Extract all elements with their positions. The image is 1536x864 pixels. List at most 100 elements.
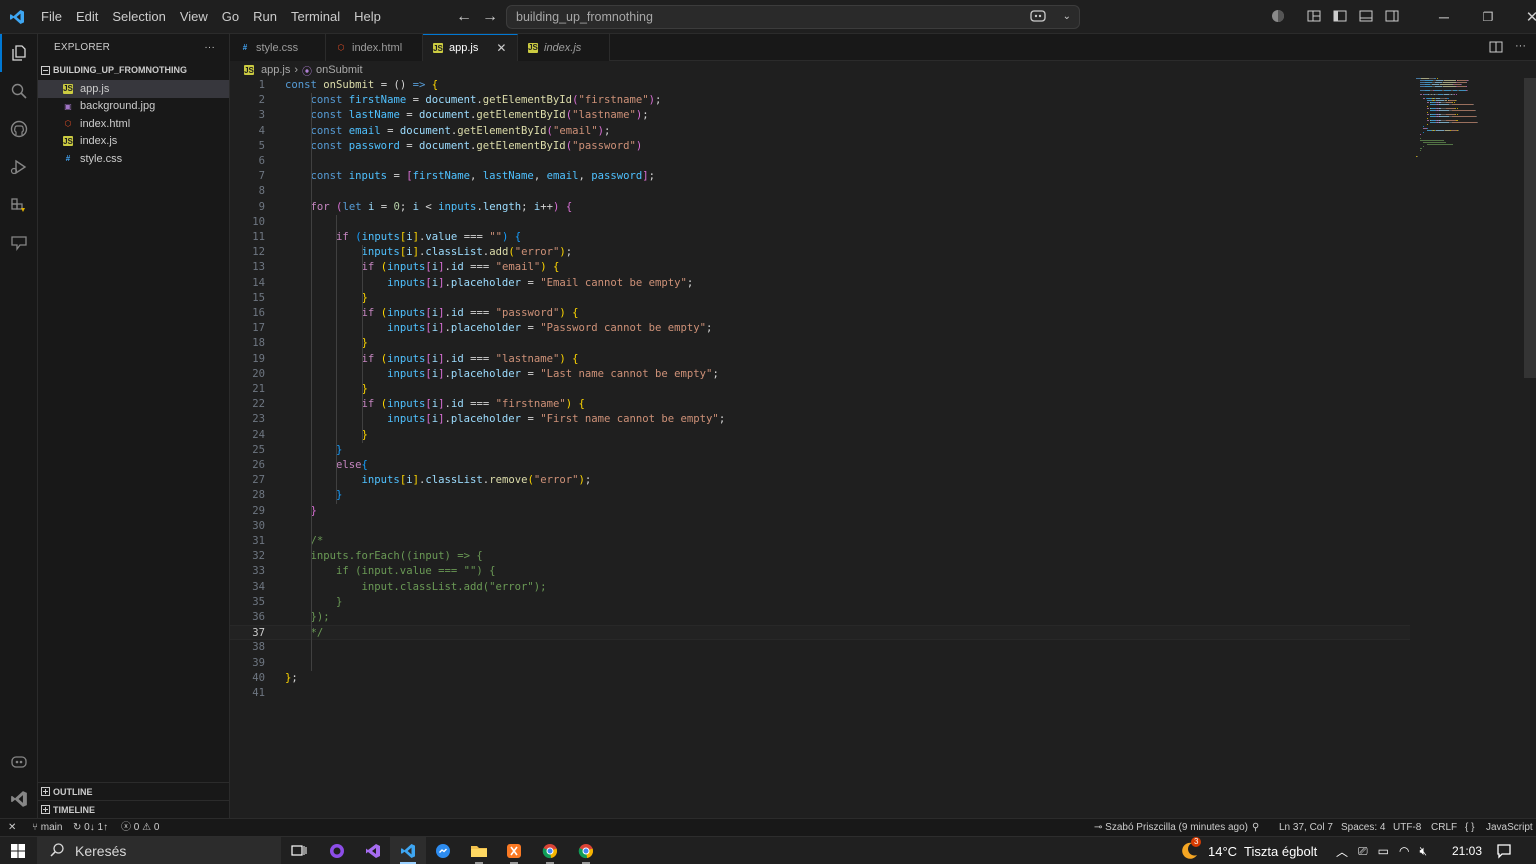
code-line[interactable]: 40}; (230, 671, 1410, 686)
github-desktop-icon[interactable] (319, 837, 355, 864)
menu-run[interactable]: Run (246, 0, 284, 34)
back-arrow-icon[interactable]: ← (456, 8, 472, 26)
chevron-up-icon[interactable]: ︿ (1336, 843, 1348, 860)
menu-selection[interactable]: Selection (105, 0, 172, 34)
menu-help[interactable]: Help (347, 0, 388, 34)
xampp-icon[interactable] (496, 837, 532, 864)
code-line[interactable]: 16 if (inputs[i].id === "password") { (230, 306, 1410, 321)
code-line[interactable]: 14 inputs[i].placeholder = "Email cannot… (230, 276, 1410, 291)
tab-app-js[interactable]: JS app.js ✕ (423, 34, 518, 61)
toggle-panel-icon[interactable] (1358, 8, 1374, 27)
code-line[interactable]: 36 }); (230, 610, 1410, 625)
code-line[interactable]: 20 inputs[i].placeholder = "Last name ca… (230, 367, 1410, 382)
menu-terminal[interactable]: Terminal (284, 0, 347, 34)
clock[interactable]: 21:03 (1452, 837, 1482, 864)
menu-file[interactable]: File (34, 0, 69, 34)
code-line[interactable]: 31 /* (230, 534, 1410, 549)
menu-edit[interactable]: Edit (69, 0, 105, 34)
battery-icon[interactable]: ▭ (1378, 844, 1389, 858)
sync-indicator[interactable]: ↻ 0↓ 1↑ (73, 819, 108, 837)
code-line[interactable]: 27 inputs[i].classList.remove("error"); (230, 473, 1410, 488)
more-actions-icon[interactable]: ··· (204, 42, 215, 53)
weather-widget[interactable]: 3 14°C Tiszta égbolt (1178, 837, 1317, 864)
code-line[interactable]: 3 const lastName = document.getElementBy… (230, 108, 1410, 123)
code-line[interactable]: 29 } (230, 504, 1410, 519)
code-line[interactable]: 4 const email = document.getElementById(… (230, 124, 1410, 139)
breadcrumb-symbol[interactable]: onSubmit (316, 64, 362, 76)
breadcrumb-file[interactable]: app.js (261, 64, 290, 76)
meet-now-icon[interactable]: ⎚ (1358, 844, 1368, 859)
chrome-icon[interactable] (532, 837, 568, 864)
timeline-section[interactable]: TIMELINE (38, 800, 230, 818)
file-style-css[interactable]: # style.css (38, 150, 229, 168)
vertical-scrollbar[interactable] (1524, 78, 1536, 378)
code-line[interactable]: 13 if (inputs[i].id === "email") { (230, 260, 1410, 275)
remote-indicator-icon[interactable]: ✕ (8, 819, 16, 837)
code-line[interactable]: 15 } (230, 291, 1410, 306)
code-line[interactable]: 38 (230, 640, 1410, 655)
chrome-profile-icon[interactable] (568, 837, 604, 864)
minimap[interactable] (1416, 78, 1516, 178)
encoding[interactable]: UTF-8 (1393, 819, 1421, 837)
indentation[interactable]: Spaces: 4 (1341, 819, 1385, 837)
minimize-icon[interactable]: ─ (1422, 9, 1466, 25)
code-line[interactable]: 5 const password = document.getElementBy… (230, 139, 1410, 154)
code-line[interactable]: 9 for (let i = 0; i < inputs.length; i++… (230, 200, 1410, 215)
taskbar-search[interactable]: Keresés (37, 837, 281, 864)
file-index-js[interactable]: JS index.js (38, 133, 229, 151)
code-line[interactable]: 12 inputs[i].classList.add("error"); (230, 245, 1410, 260)
file-background-jpg[interactable]: ▣ background.jpg (38, 98, 229, 116)
code-line[interactable]: 17 inputs[i].placeholder = "Password can… (230, 321, 1410, 336)
volume-muted-icon[interactable]: 🔇︎ (1419, 844, 1427, 859)
remote-explorer-icon[interactable] (0, 224, 38, 262)
code-line[interactable]: 26 else{ (230, 458, 1410, 473)
code-line[interactable]: 25 } (230, 443, 1410, 458)
file-explorer-icon[interactable] (461, 837, 497, 864)
visual-studio-icon[interactable] (355, 837, 391, 864)
tab-style-css[interactable]: # style.css (230, 34, 326, 61)
branch-indicator[interactable]: ⑂ main (32, 819, 62, 837)
code-line[interactable]: 11 if (inputs[i].value === "") { (230, 230, 1410, 245)
outline-section[interactable]: OUTLINE (38, 782, 230, 800)
menu-go[interactable]: Go (215, 0, 246, 34)
zoom-icon[interactable]: ⚲ (1252, 819, 1259, 837)
code-line[interactable]: 34 input.classList.add("error"); (230, 580, 1410, 595)
chevron-down-icon[interactable]: ⌄ (1063, 6, 1071, 28)
code-line[interactable]: 18 } (230, 336, 1410, 351)
end-of-line[interactable]: CRLF (1431, 819, 1457, 837)
code-editor[interactable]: 1 const onSubmit = () => {2 const firstNa… (230, 78, 1536, 818)
code-line[interactable]: 7 const inputs = [firstName, lastName, e… (230, 169, 1410, 184)
more-actions-icon[interactable]: ··· (1515, 40, 1526, 57)
code-line[interactable]: 6 (230, 154, 1410, 169)
git-blame-indicator[interactable]: ⊸ Szabó Priszcilla (9 minutes ago) (1094, 819, 1248, 837)
code-line[interactable]: 19 if (inputs[i].id === "lastname") { (230, 352, 1410, 367)
tab-index-js[interactable]: JS index.js (518, 34, 610, 61)
run-debug-icon[interactable] (0, 148, 38, 186)
toggle-primary-sidebar-icon[interactable] (1332, 8, 1348, 27)
extensions-icon[interactable] (0, 186, 38, 224)
code-line[interactable]: 1 const onSubmit = () => { (230, 78, 1410, 93)
copilot-chat-icon[interactable] (0, 742, 38, 780)
close-tab-icon[interactable]: ✕ (496, 41, 506, 55)
code-line[interactable]: 28 } (230, 488, 1410, 503)
code-line[interactable]: 35 } (230, 595, 1410, 610)
customize-layout-icon[interactable] (1306, 8, 1322, 27)
code-line[interactable]: 37 */ (230, 625, 1410, 641)
code-line[interactable]: 22 if (inputs[i].id === "firstname") { (230, 397, 1410, 412)
file-index-html[interactable]: ⬡ index.html (38, 115, 229, 133)
code-line[interactable]: 33 if (input.value === "") { (230, 564, 1410, 579)
file-app-js[interactable]: JS app.js (38, 80, 229, 98)
task-view-icon[interactable] (281, 837, 317, 864)
tab-index-html[interactable]: ⬡ index.html (326, 34, 423, 61)
copilot-icon[interactable] (1029, 7, 1047, 25)
wifi-icon[interactable]: ◠ (1399, 844, 1409, 858)
github-icon[interactable] (0, 110, 38, 148)
code-line[interactable]: 8 (230, 184, 1410, 199)
cursor-position[interactable]: Ln 37, Col 7 (1279, 819, 1333, 837)
code-line[interactable]: 39 (230, 656, 1410, 671)
vscode-taskbar-icon[interactable] (390, 837, 426, 864)
code-line[interactable]: 24 } (230, 428, 1410, 443)
split-editor-icon[interactable] (1489, 40, 1503, 57)
code-line[interactable]: 32 inputs.forEach((input) => { (230, 549, 1410, 564)
toggle-secondary-sidebar-icon[interactable] (1384, 8, 1400, 27)
